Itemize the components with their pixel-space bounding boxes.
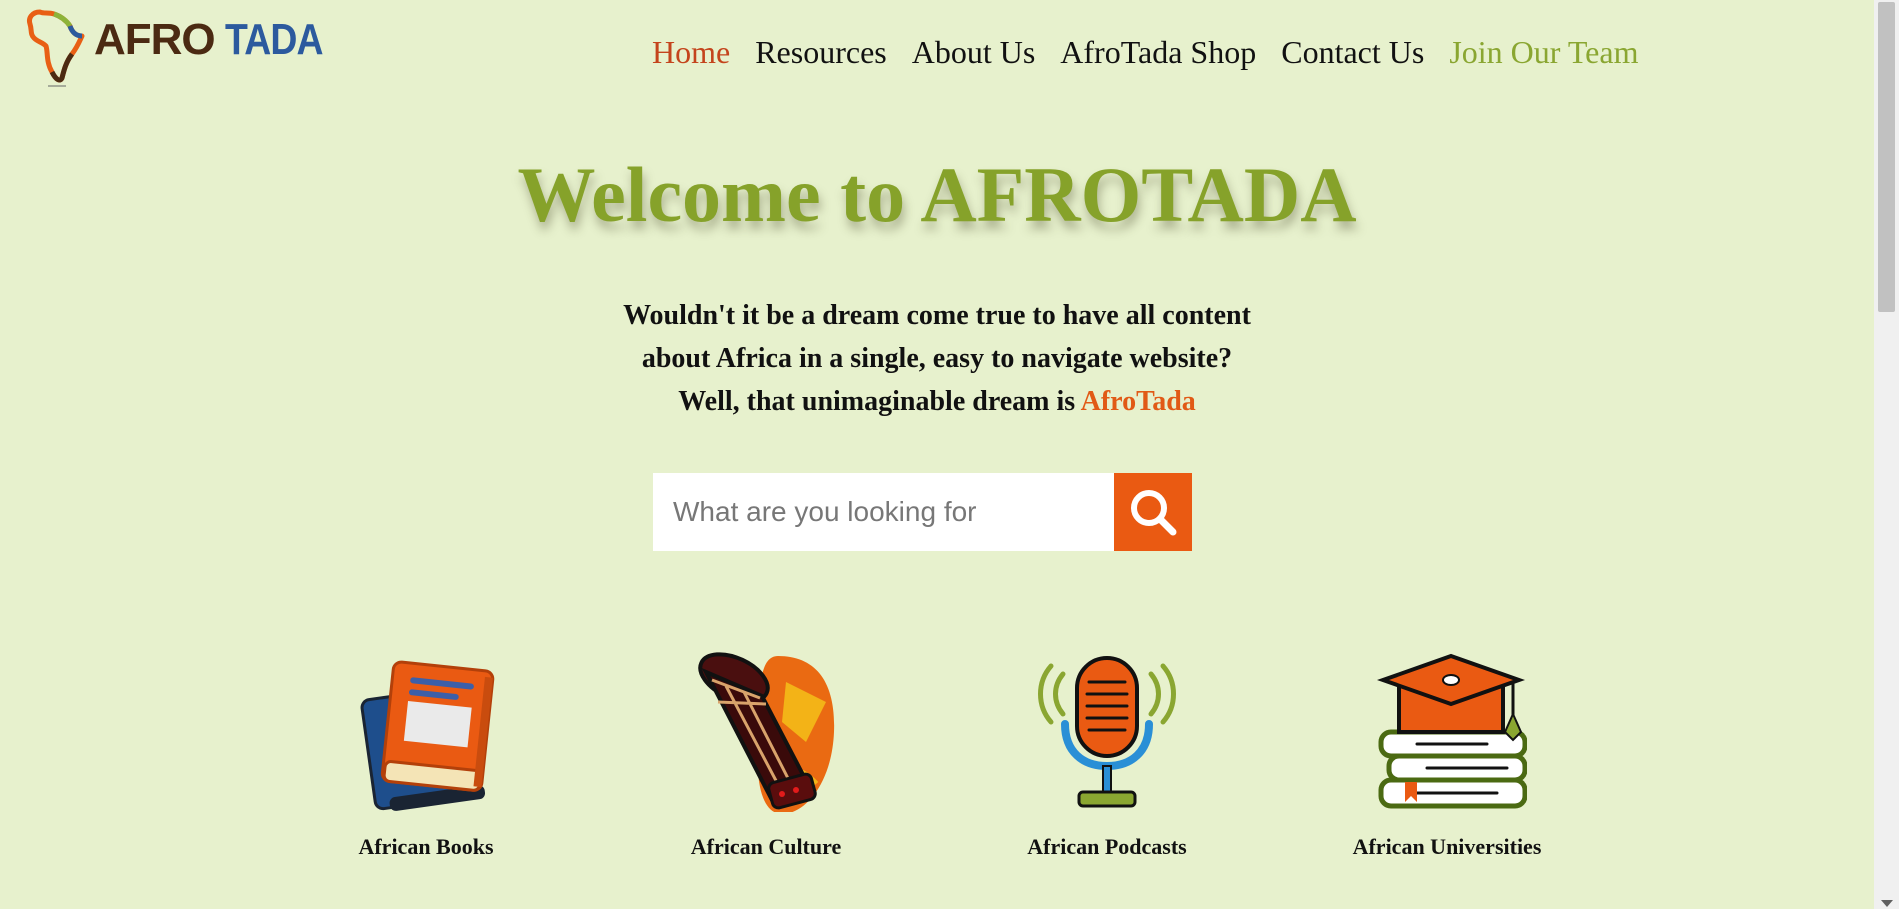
tagline-line-2: about Africa in a single, easy to naviga… [641, 343, 1233, 374]
scroll-down-arrow-icon[interactable] [1881, 900, 1893, 907]
search-bar [653, 473, 1192, 551]
main-navigation: Home Resources About Us AfroTada Shop Co… [652, 30, 1663, 74]
logo-part-tada: TADA [224, 15, 324, 64]
nav-about-us[interactable]: About Us [912, 30, 1036, 74]
microphone-icon [1038, 656, 1176, 808]
category-label: African Books [358, 834, 494, 859]
hero-tagline: Wouldn't it be a dream come true to have… [0, 294, 1874, 423]
search-icon [1131, 490, 1177, 536]
tagline-brand: AfroTada [1080, 386, 1196, 417]
afrotada-logo[interactable]: AFRO TADA [26, 6, 346, 87]
drum-mask-icon [698, 652, 835, 812]
nav-join-our-team[interactable]: Join Our Team [1449, 30, 1638, 74]
africa-map-icon [27, 9, 85, 87]
logo-part-afro: AFRO [94, 15, 216, 64]
nav-afrotada-shop[interactable]: AfroTada Shop [1060, 30, 1256, 74]
tagline-line-1: Wouldn't it be a dream come true to have… [623, 300, 1251, 331]
search-button[interactable] [1114, 473, 1192, 551]
nav-resources[interactable]: Resources [755, 30, 887, 74]
search-input[interactable] [653, 473, 1114, 551]
vertical-scrollbar[interactable] [1874, 0, 1899, 909]
scrollbar-thumb[interactable] [1878, 2, 1895, 312]
tagline-line-3-prefix: Well, that unimaginable dream is [678, 386, 1081, 417]
category-label: African Podcasts [1027, 834, 1187, 859]
tagline-line-3: Well, that unimaginable dream is AfroTad… [0, 380, 1874, 423]
category-african-culture[interactable]: African Culture [636, 652, 896, 860]
page: AFRO TADA Home Resources About Us AfroTad… [0, 0, 1899, 909]
nav-contact-us[interactable]: Contact Us [1281, 30, 1424, 74]
logo-wordmark: AFRO TADA [94, 18, 340, 62]
category-label: African Culture [690, 834, 842, 859]
category-label: African Universities [1352, 834, 1542, 859]
books-icon [360, 660, 495, 811]
category-african-universities[interactable]: African Universities [1317, 652, 1577, 860]
category-african-books[interactable]: African Books [296, 652, 556, 860]
category-african-podcasts[interactable]: African Podcasts [977, 652, 1237, 860]
hero-title: Welcome to AFROTADA [517, 151, 1357, 238]
nav-home[interactable]: Home [652, 30, 730, 74]
graduation-cap-books-icon [1376, 653, 1527, 809]
